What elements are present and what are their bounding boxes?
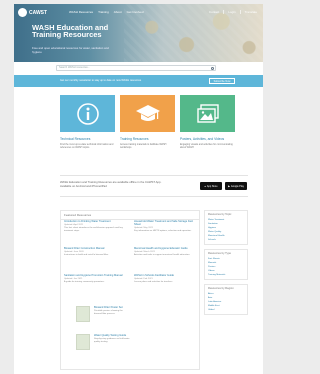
- item-description: Activities and tools to support menstrua…: [134, 253, 190, 256]
- app-store-label: App Store: [206, 184, 218, 188]
- resource-thumbnail[interactable]: [76, 334, 90, 350]
- card-tile[interactable]: [120, 95, 175, 132]
- item-date: Updated: Feb 2021: [134, 277, 153, 280]
- apple-app-store-button[interactable]: ● App Store: [200, 182, 222, 190]
- list-item[interactable]: Menstrual Health and Hygiene Educator Gu…: [134, 247, 198, 257]
- nav-item-wash-resources[interactable]: WASH Resources: [69, 10, 93, 14]
- nav-item-get-involved[interactable]: Get Involved: [127, 10, 144, 14]
- play-icon: ▶: [228, 184, 230, 188]
- item-date: Updated: May 2021: [134, 226, 154, 229]
- card-training-resources[interactable]: Training Resources Access training mater…: [120, 95, 175, 153]
- sidebar-link[interactable]: Training Materials: [208, 273, 244, 277]
- util-contact[interactable]: Contact: [209, 10, 219, 14]
- sidebar-link[interactable]: Schools: [208, 238, 244, 242]
- search-input[interactable]: Search WASH resources...: [56, 65, 216, 71]
- card-description: Access training materials to facilitate …: [120, 142, 167, 149]
- page-subtitle: Free and open educational resources for …: [32, 46, 109, 54]
- hero-banner: CAWST WASH Resources Training About Get …: [14, 4, 263, 62]
- logo-icon: [18, 8, 27, 17]
- util-translate[interactable]: Translate: [245, 10, 257, 14]
- app-promo: WASH Education and Training Resources ar…: [60, 175, 248, 197]
- utility-nav: Contact Login Translate: [209, 10, 257, 14]
- card-title[interactable]: Posters, Activities, and Videos: [180, 137, 235, 141]
- item-description: Instructions to build and install a bios…: [64, 253, 109, 256]
- google-play-label: Google Play: [230, 184, 244, 188]
- sidebar-heading: Resources by Type: [208, 252, 231, 255]
- nav-item-about[interactable]: About: [114, 10, 122, 14]
- logo-text: CAWST: [29, 9, 48, 16]
- logo[interactable]: CAWST: [18, 8, 47, 17]
- subscribe-button[interactable]: Subscribe Now: [209, 78, 235, 84]
- sidebar-box-region: Resources by Region Africa Asia Latin Am…: [204, 284, 248, 315]
- sidebar-box-type: Resources by Type Fact Sheets Manuals Po…: [204, 249, 248, 280]
- card-technical-resources[interactable]: Technical Resources Find the most up-to-…: [60, 95, 115, 153]
- item-date: Updated: March 2021: [134, 250, 156, 253]
- info-icon: [76, 102, 99, 125]
- google-play-button[interactable]: ▶ Google Play: [225, 182, 247, 190]
- sidebar-box-topic: Resources by Topic Water Treatment Sanit…: [204, 210, 248, 245]
- list-item[interactable]: Biosand Filter Construction Manual Updat…: [64, 247, 128, 257]
- card-description: Find the most up-to-date technical infor…: [60, 142, 114, 149]
- item-date: Updated: Jan 2021: [64, 277, 83, 280]
- page-title: WASH Education and Training Resources: [32, 23, 109, 39]
- card-posters-activities-videos[interactable]: Posters, Activities, and Videos Engaging…: [180, 95, 235, 153]
- sidebar-link[interactable]: Global: [208, 308, 244, 312]
- apple-icon: ●: [204, 184, 206, 188]
- item-title[interactable]: Sanitation and Hygiene Promotion Trainin…: [64, 274, 128, 277]
- item-description: Key information on HWTS options, selecti…: [134, 229, 192, 232]
- item-description: Step-by-step guidance on field water qua…: [94, 338, 130, 344]
- item-description: Lesson plans and activities for teachers…: [134, 280, 173, 283]
- item-description: A guide for training community promoters…: [64, 280, 105, 283]
- page: CAWST WASH Resources Training About Get …: [14, 4, 263, 374]
- list-item[interactable]: Sanitation and Hygiene Promotion Trainin…: [64, 274, 128, 284]
- main-nav: WASH Resources Training About Get Involv…: [69, 10, 143, 14]
- category-cards: Technical Resources Find the most up-to-…: [60, 95, 235, 153]
- list-item[interactable]: Biosand Filter Poster Set Printable post…: [94, 306, 130, 316]
- card-title[interactable]: Technical Resources: [60, 137, 115, 141]
- nav-item-training[interactable]: Training: [98, 10, 109, 14]
- newsletter-text: Get our monthly newsletter to stay up to…: [60, 79, 142, 82]
- item-description: Printable posters showing the biosand fi…: [94, 310, 123, 316]
- featured-resources: Featured Resources Introduction to Drink…: [60, 210, 200, 370]
- card-tile[interactable]: [180, 95, 235, 132]
- app-promo-text: WASH Education and Training Resources ar…: [60, 180, 162, 188]
- image-icon: [196, 103, 219, 123]
- featured-heading: Featured Resources: [61, 211, 199, 220]
- list-item[interactable]: Water Quality Testing Guide Step-by-step…: [94, 334, 130, 344]
- item-description: This fact sheet introduces the multi-bar…: [64, 226, 123, 232]
- sidebar-heading: Resources by Region: [208, 287, 234, 290]
- card-title[interactable]: Training Resources: [120, 137, 175, 141]
- list-item[interactable]: WASH in Schools Facilitator Guide Update…: [134, 274, 198, 284]
- list-item[interactable]: Household Water Treatment and Safe Stora…: [134, 220, 198, 233]
- graduation-cap-icon: [135, 104, 160, 121]
- sidebar-heading: Resources by Topic: [208, 213, 232, 216]
- resource-thumbnail[interactable]: [76, 306, 90, 322]
- card-description: Engaging visuals and activities for comm…: [180, 142, 233, 149]
- search-placeholder: Search WASH resources...: [59, 66, 90, 69]
- list-item[interactable]: Introduction to Drinking Water Treatment…: [64, 220, 128, 233]
- item-title[interactable]: Water Quality Testing Guide: [94, 334, 130, 337]
- divider: [223, 10, 225, 14]
- item-title[interactable]: Biosand Filter Poster Set: [94, 306, 130, 309]
- item-date: Updated: April 2021: [64, 223, 84, 226]
- item-title[interactable]: Household Water Treatment and Safe Stora…: [134, 220, 198, 226]
- sidebar: Resources by Topic Water Treatment Sanit…: [204, 210, 248, 319]
- card-tile[interactable]: [60, 95, 115, 132]
- newsletter-banner: Get our monthly newsletter to stay up to…: [14, 75, 263, 87]
- item-date: Updated: June 2020: [64, 250, 84, 253]
- divider: [239, 10, 241, 14]
- util-login[interactable]: Login: [228, 10, 235, 14]
- search-icon[interactable]: [211, 66, 214, 70]
- search-row: Search WASH resources...: [14, 62, 263, 75]
